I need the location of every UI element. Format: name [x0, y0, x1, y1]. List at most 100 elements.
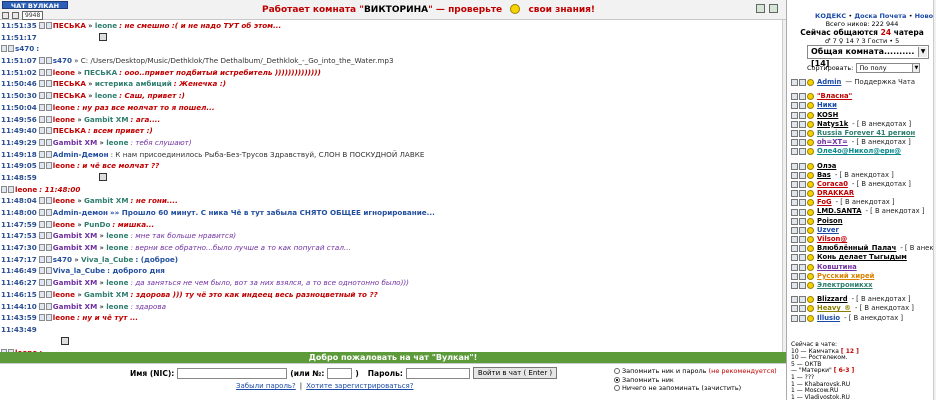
reply-icon[interactable] — [1, 185, 7, 193]
private-msg-icon[interactable] — [45, 290, 52, 298]
message-recipient[interactable]: Gambit XM — [84, 115, 128, 124]
user-name[interactable]: Ники — [817, 101, 837, 110]
nick-input[interactable] — [177, 367, 288, 379]
message-author[interactable]: leone — [53, 290, 75, 299]
home-icon[interactable] — [2, 12, 9, 19]
sort-select[interactable]: По полу ▼ — [856, 63, 921, 73]
message-author[interactable]: Gambit XM — [53, 138, 97, 147]
message-recipient[interactable]: ПЕСЬКА — [84, 68, 117, 77]
user-name[interactable]: Heavy_® — [817, 304, 851, 313]
private-msg-icon[interactable] — [45, 244, 52, 252]
reply-icon[interactable] — [38, 209, 45, 216]
user-name[interactable]: LMD.SANTA — [817, 207, 862, 216]
reply-icon[interactable] — [38, 197, 45, 205]
message-author[interactable]: Admin-демон — [53, 208, 108, 217]
reply-icon[interactable] — [38, 92, 45, 100]
user-name[interactable]: "Власна" — [817, 92, 852, 101]
reply-icon[interactable] — [38, 115, 45, 123]
message-author[interactable]: leone — [53, 220, 75, 229]
user-list-item[interactable]: Электроникхх — [791, 281, 935, 290]
user-name[interactable]: Оле4о@Никол@ерн@ — [817, 147, 901, 156]
user-list-item[interactable]: KOSH — [791, 111, 935, 120]
private-msg-icon[interactable] — [45, 138, 52, 146]
reply-icon[interactable] — [38, 138, 45, 146]
private-msg-icon[interactable] — [799, 199, 806, 207]
user-name[interactable]: DRAKKAR — [817, 189, 854, 198]
private-icon[interactable] — [98, 172, 107, 181]
private-msg-icon[interactable] — [45, 115, 52, 123]
user-name[interactable]: KOSH — [817, 111, 838, 120]
private-msg-icon[interactable] — [45, 197, 52, 205]
user-name[interactable]: Russia Forever 41 регион — [817, 129, 915, 138]
user-list-item[interactable]: Ковштина — [791, 263, 935, 272]
private-msg-icon[interactable] — [799, 282, 806, 290]
private-msg-icon[interactable] — [799, 148, 806, 156]
reply-icon[interactable] — [38, 150, 45, 158]
reply-icon[interactable] — [38, 255, 45, 263]
register-link[interactable]: Хотите зарегистрироваться? — [306, 382, 413, 390]
private-msg-icon[interactable] — [45, 92, 52, 100]
user-name[interactable]: FoG — [817, 198, 832, 207]
password-input[interactable] — [405, 367, 470, 379]
message-author[interactable]: Gambit XM — [53, 278, 97, 287]
private-msg-icon[interactable] — [799, 139, 806, 147]
private-msg-icon[interactable] — [799, 236, 806, 244]
user-name[interactable]: Конь делает Тыгыдым — [817, 253, 907, 262]
reply-icon[interactable] — [1, 45, 7, 53]
reply-icon[interactable] — [38, 290, 45, 298]
private-icon[interactable] — [61, 336, 69, 345]
reply-icon[interactable] — [38, 68, 45, 76]
private-msg-icon[interactable] — [45, 220, 52, 228]
room-select[interactable]: Общая комната..........[14] ▼ — [807, 45, 929, 68]
user-list-item[interactable]: Bas - [ В анекдотах ] — [791, 171, 935, 180]
message-author[interactable]: leone — [15, 185, 37, 194]
forgot-password-link[interactable]: Забыли пароль? — [236, 382, 296, 390]
user-name[interactable]: Poison — [817, 217, 843, 226]
private-msg-icon[interactable] — [799, 305, 806, 313]
reply-icon[interactable] — [38, 314, 45, 322]
message-author[interactable]: leone — [53, 196, 75, 205]
user-name[interactable]: Coraca0 — [817, 180, 848, 189]
user-name[interactable]: Ковштина — [817, 263, 857, 272]
message-author[interactable]: Gambit XM — [53, 231, 97, 240]
user-name[interactable]: Illusio — [817, 314, 840, 323]
private-msg-icon[interactable] — [799, 296, 806, 304]
private-msg-icon[interactable] — [799, 102, 806, 110]
message-recipient[interactable]: истерика амбиций — [95, 79, 172, 88]
user-list-item[interactable]: oh=XT= - [ В анекдотах ] — [791, 138, 935, 147]
message-recipient[interactable]: leone — [106, 302, 128, 311]
link-honor-board[interactable]: Доска Почета — [854, 12, 906, 20]
message-author[interactable]: leone — [53, 68, 75, 77]
reply-icon[interactable] — [38, 127, 45, 135]
message-author[interactable]: ПЕСЬКА — [53, 79, 86, 88]
private-msg-icon[interactable] — [45, 127, 52, 135]
enter-chat-button[interactable]: Войти в чат ( Enter ) — [472, 367, 558, 379]
remember-nick-radio[interactable] — [614, 376, 620, 383]
reply-icon[interactable] — [38, 57, 45, 65]
link-codex[interactable]: КОДЕКС — [815, 12, 846, 20]
private-msg-icon[interactable] — [799, 245, 806, 253]
private-msg-icon[interactable] — [799, 111, 806, 119]
private-msg-icon[interactable] — [45, 162, 52, 170]
message-recipient[interactable]: Gambit XM — [84, 196, 128, 205]
message-recipient[interactable]: Gambit XM — [84, 290, 128, 299]
private-msg-icon[interactable] — [799, 120, 806, 128]
user-list-item[interactable]: "Власна" — [791, 92, 935, 101]
user-name[interactable]: Олэа — [817, 162, 836, 171]
message-author[interactable]: ПЕСЬКА — [53, 91, 86, 100]
message-author[interactable]: leone — [53, 161, 75, 170]
private-msg-icon[interactable] — [799, 272, 806, 280]
message-author[interactable]: s470 — [53, 56, 72, 65]
message-recipient[interactable]: leone — [106, 243, 128, 252]
reply-icon[interactable] — [38, 162, 45, 170]
message-author[interactable]: leone — [53, 115, 75, 124]
private-msg-icon[interactable] — [45, 57, 52, 65]
private-msg-icon[interactable] — [799, 208, 806, 216]
chat-logo[interactable]: ЧАТ ВУЛКАН — [2, 1, 68, 10]
user-list-item[interactable]: Heavy_® - [ В анекдотах ] — [791, 304, 935, 313]
private-msg-icon[interactable] — [799, 263, 806, 271]
user-name[interactable]: Влюблённый_Палач — [817, 244, 896, 253]
private-msg-icon[interactable] — [45, 80, 52, 88]
private-msg-icon[interactable] — [45, 209, 52, 216]
message-recipient[interactable]: leone — [95, 91, 117, 100]
